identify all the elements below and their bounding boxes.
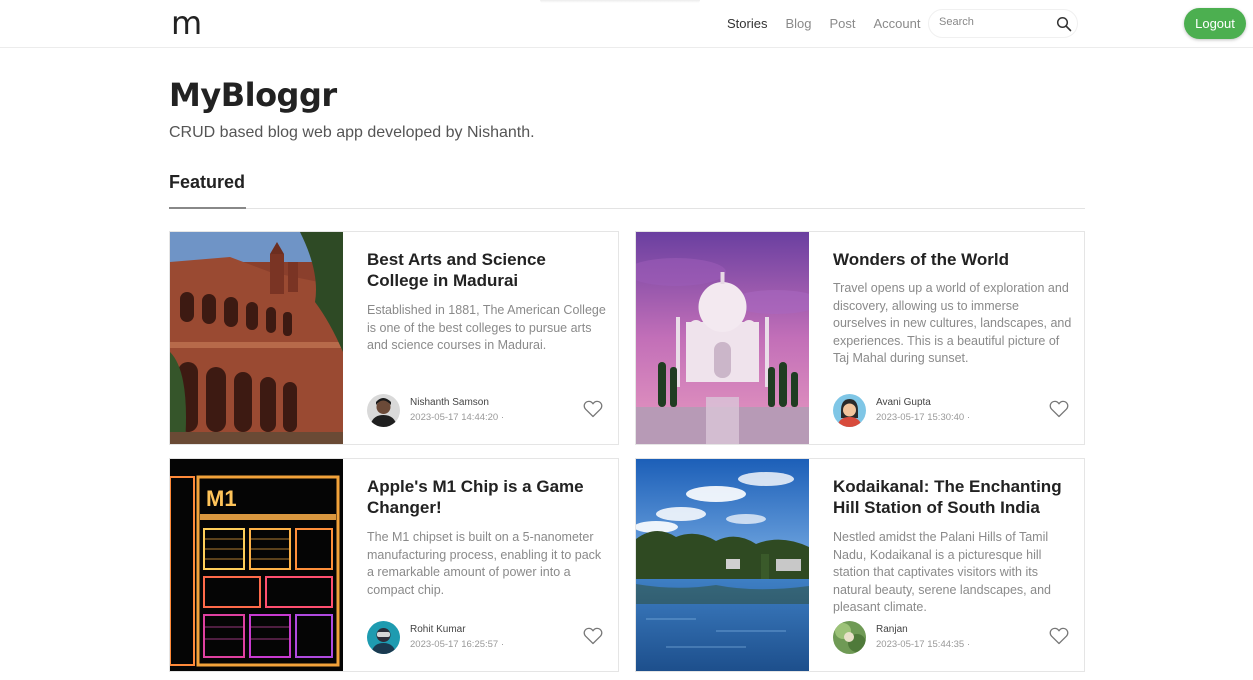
avatar	[833, 621, 866, 654]
post-title[interactable]: Wonders of the World	[833, 249, 1073, 270]
post-image-m1-chip[interactable]: M1	[170, 459, 343, 671]
post-body: Kodaikanal: The Enchanting Hill Station …	[833, 459, 1073, 671]
post-excerpt: Travel opens up a world of exploration a…	[833, 281, 1072, 365]
heart-icon[interactable]	[583, 627, 603, 645]
post-excerpt: The M1 chipset is built on a 5-nanometer…	[367, 530, 602, 597]
post-body: Wonders of the World Travel opens up a w…	[833, 232, 1073, 444]
site-logo[interactable]: m	[171, 4, 202, 42]
post-card[interactable]: Wonders of the World Travel opens up a w…	[635, 231, 1085, 445]
post-excerpt: Established in 1881, The American Colleg…	[367, 303, 606, 352]
post-date: 2023-05-17 15:30:40 ·	[876, 412, 971, 423]
post-image-kodaikanal[interactable]	[636, 459, 809, 671]
heart-icon[interactable]	[583, 400, 603, 418]
top-navbar: m Stories Blog Post Account Logout	[0, 0, 1253, 48]
logout-button[interactable]: Logout	[1184, 8, 1246, 39]
section-title-featured: Featured	[169, 172, 246, 192]
post-date: 2023-05-17 14:44:20 ·	[410, 412, 505, 423]
nav-link-post[interactable]: Post	[830, 16, 856, 31]
nav-link-stories[interactable]: Stories	[727, 16, 767, 31]
heart-icon[interactable]	[1049, 400, 1069, 418]
nav-links: Stories Blog Post Account	[727, 16, 939, 31]
search-icon[interactable]	[1056, 16, 1072, 32]
post-body: Apple's M1 Chip is a Game Changer! The M…	[367, 459, 607, 671]
search-box	[928, 9, 1078, 38]
page-subtitle: CRUD based blog web app developed by Nis…	[169, 124, 535, 141]
post-author: Rohit Kumar	[410, 624, 466, 635]
post-author: Avani Gupta	[876, 397, 931, 408]
post-author: Ranjan	[876, 624, 908, 635]
post-date: 2023-05-17 16:25:57 ·	[410, 639, 505, 650]
page-title: MyBloggr	[169, 76, 337, 114]
post-excerpt: Nestled amidst the Palani Hills of Tamil…	[833, 530, 1051, 614]
post-image-college[interactable]	[170, 232, 343, 444]
avatar	[367, 621, 400, 654]
post-author: Nishanth Samson	[410, 397, 489, 408]
chip-label: M1	[206, 486, 237, 511]
post-title[interactable]: Apple's M1 Chip is a Game Changer!	[367, 476, 607, 518]
post-date: 2023-05-17 15:44:35 ·	[876, 639, 971, 650]
post-card[interactable]: M1 Apple's M1 Chip is a Game Changer! Th…	[169, 458, 619, 672]
post-title[interactable]: Best Arts and Science College in Madurai	[367, 249, 607, 291]
avatar	[367, 394, 400, 427]
search-input[interactable]	[939, 16, 1049, 28]
nav-link-account[interactable]: Account	[874, 16, 921, 31]
avatar	[833, 394, 866, 427]
post-card[interactable]: Kodaikanal: The Enchanting Hill Station …	[635, 458, 1085, 672]
post-title[interactable]: Kodaikanal: The Enchanting Hill Station …	[833, 476, 1073, 518]
heart-icon[interactable]	[1049, 627, 1069, 645]
nav-link-blog[interactable]: Blog	[785, 16, 811, 31]
post-body: Best Arts and Science College in Madurai…	[367, 232, 607, 444]
post-card[interactable]: Best Arts and Science College in Madurai…	[169, 231, 619, 445]
nav-shadow	[540, 0, 700, 3]
section-divider-accent	[169, 207, 246, 209]
section-divider	[169, 208, 1085, 209]
post-image-taj-mahal[interactable]	[636, 232, 809, 444]
